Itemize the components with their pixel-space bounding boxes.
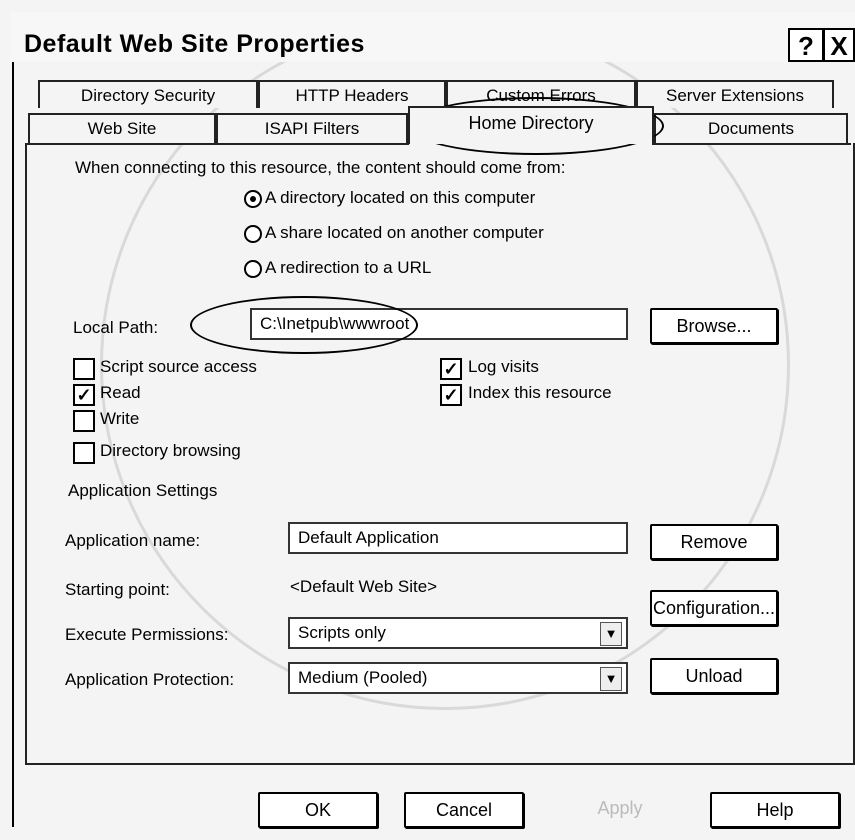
apply-button[interactable]: Apply <box>560 792 680 828</box>
help-button[interactable]: Help <box>710 792 840 828</box>
execute-permissions-label: Execute Permissions: <box>65 625 229 644</box>
cancel-button[interactable]: Cancel <box>404 792 524 828</box>
app-protection-select[interactable]: Medium (Pooled) ▼ <box>288 662 628 694</box>
read-checkbox[interactable]: ✓ <box>73 384 95 406</box>
write-checkbox[interactable] <box>73 410 95 432</box>
window-title: Default Web Site Properties <box>24 30 365 58</box>
starting-point-label: Starting point: <box>65 580 170 599</box>
log-visits-label: Log visits <box>468 357 539 376</box>
chevron-down-icon[interactable]: ▼ <box>600 667 622 691</box>
app-settings-heading: Application Settings <box>68 481 218 500</box>
script-source-access-checkbox[interactable] <box>73 358 95 380</box>
chevron-down-icon[interactable]: ▼ <box>600 622 622 646</box>
tab-custom-errors[interactable]: Custom Errors <box>446 80 636 108</box>
tab-server-extensions[interactable]: Server Extensions <box>636 80 834 108</box>
app-protection-label: Application Protection: <box>65 670 235 689</box>
browse-button[interactable]: Browse... <box>650 308 778 344</box>
local-path-input[interactable]: C:\Inetpub\wwwroot <box>250 308 628 340</box>
app-name-label: Application name: <box>65 531 201 550</box>
properties-dialog: Default Web Site Properties ? X Director… <box>0 0 855 840</box>
title-bar: Default Web Site Properties ? X <box>10 12 855 62</box>
app-protection-value: Medium (Pooled) <box>298 668 428 687</box>
index-resource-label: Index this resource <box>468 383 612 402</box>
help-icon[interactable]: ? <box>788 28 824 62</box>
starting-point-value: <Default Web Site> <box>290 577 438 596</box>
execute-permissions-value: Scripts only <box>298 623 386 642</box>
content-source-prompt: When connecting to this resource, the co… <box>75 158 566 177</box>
write-label: Write <box>100 409 140 428</box>
log-visits-checkbox[interactable]: ✓ <box>440 358 462 380</box>
radio-network-share-label: A share located on another computer <box>265 223 544 242</box>
directory-browsing-checkbox[interactable] <box>73 442 95 464</box>
tab-directory-security[interactable]: Directory Security <box>38 80 258 108</box>
script-source-access-label: Script source access <box>100 357 257 376</box>
window-frame-left <box>12 62 14 827</box>
execute-permissions-select[interactable]: Scripts only ▼ <box>288 617 628 649</box>
local-path-label: Local Path: <box>73 318 159 337</box>
app-name-input[interactable]: Default Application <box>288 522 628 554</box>
radio-network-share[interactable] <box>244 225 262 243</box>
tab-isapi-filters[interactable]: ISAPI Filters <box>216 113 408 143</box>
remove-button[interactable]: Remove <box>650 524 778 560</box>
ok-button[interactable]: OK <box>258 792 378 828</box>
radio-local-directory-label: A directory located on this computer <box>265 188 536 207</box>
tab-home-directory[interactable]: Home Directory <box>408 106 654 144</box>
index-resource-checkbox[interactable]: ✓ <box>440 384 462 406</box>
read-label: Read <box>100 383 141 402</box>
configuration-button[interactable]: Configuration... <box>650 590 778 626</box>
radio-local-directory[interactable] <box>244 190 262 208</box>
directory-browsing-label: Directory browsing <box>100 441 241 460</box>
radio-url-redirection[interactable] <box>244 260 262 278</box>
unload-button[interactable]: Unload <box>650 658 778 694</box>
tab-http-headers[interactable]: HTTP Headers <box>258 80 446 108</box>
tab-documents[interactable]: Documents <box>654 113 848 143</box>
radio-url-redirection-label: A redirection to a URL <box>265 258 432 277</box>
tab-web-site[interactable]: Web Site <box>28 113 216 143</box>
close-icon[interactable]: X <box>823 28 855 62</box>
